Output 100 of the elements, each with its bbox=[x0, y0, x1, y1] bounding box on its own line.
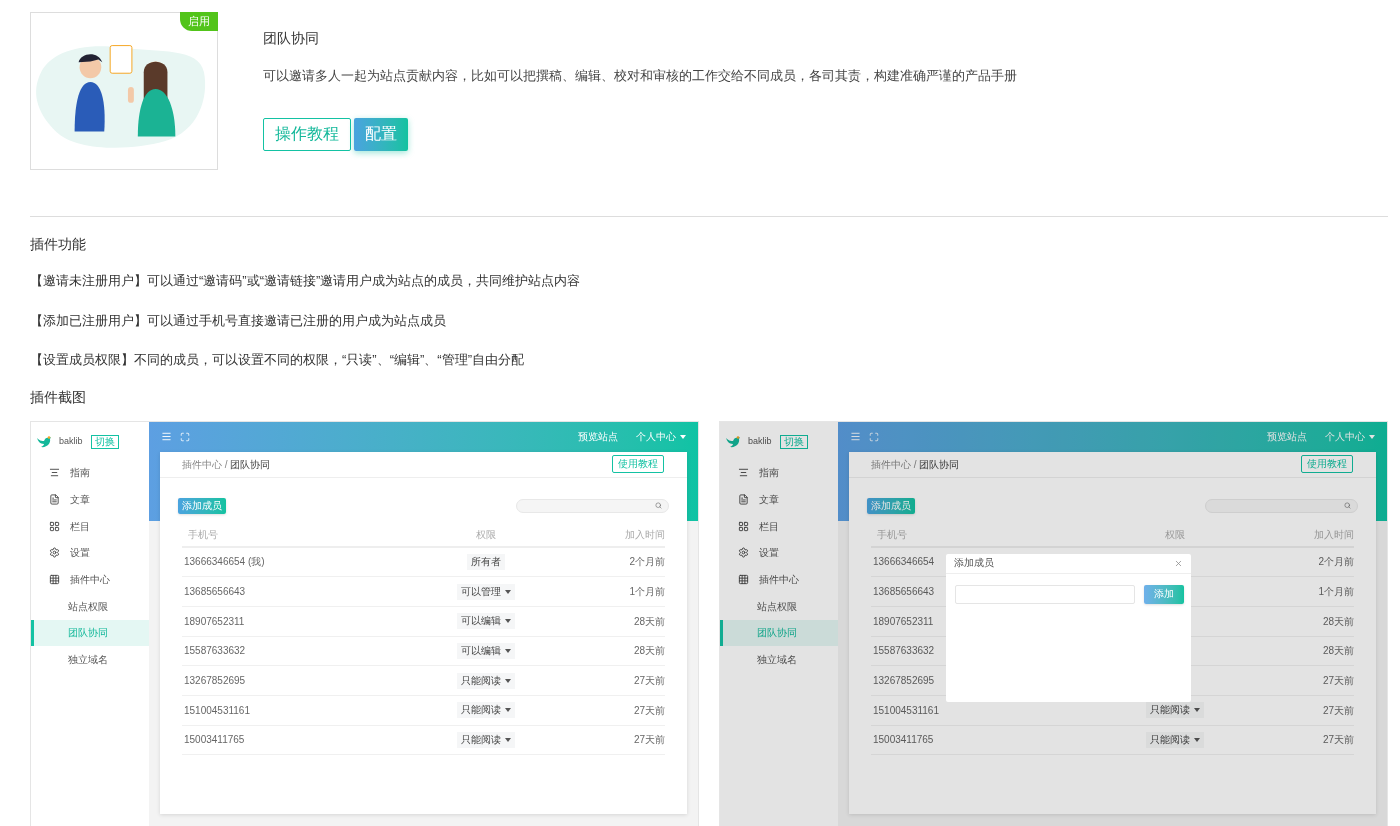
section-title: 插件功能 bbox=[30, 235, 87, 254]
search-icon bbox=[655, 502, 662, 509]
sidebar-item[interactable]: 栏目 bbox=[720, 512, 838, 540]
joined-cell-text: 27天前 bbox=[633, 703, 665, 718]
search-field[interactable] bbox=[1205, 498, 1358, 513]
section-title: 插件截图 bbox=[30, 387, 87, 407]
column-header: 加入时间 bbox=[1314, 528, 1354, 542]
document-icon bbox=[49, 494, 60, 506]
permission-select[interactable]: 可以管理 bbox=[457, 583, 515, 600]
column-header: 权限 bbox=[1165, 528, 1185, 542]
gear-icon bbox=[738, 547, 749, 559]
feature-text: 【添加已注册用户】可以通过手机号直接邀请已注册的用户成为站点成员 bbox=[30, 311, 447, 330]
sidebar-item[interactable]: 站点权限 bbox=[31, 592, 149, 620]
joined-cell-text: 28天前 bbox=[633, 614, 665, 629]
sidebar-item[interactable]: 文章 bbox=[31, 486, 149, 513]
sidebar-item[interactable]: 设置 bbox=[720, 539, 838, 567]
phone-cell-text: 15587633632 bbox=[873, 644, 935, 659]
phone-cell-text: 13685656643 bbox=[184, 585, 246, 600]
dots-grid-icon bbox=[49, 574, 60, 586]
feature-text: 【邀请未注册用户】可以通过“邀请码”或“邀请链接”邀请用户成为站点的成员，共同维护站点内容 bbox=[30, 272, 582, 290]
align-icon bbox=[49, 467, 60, 479]
dialog-title: 添加成员 bbox=[954, 558, 994, 568]
caret-icon bbox=[505, 737, 511, 742]
phone-cell-text: 13685656643 bbox=[873, 585, 935, 600]
input-field[interactable] bbox=[955, 584, 1135, 604]
permission-select[interactable]: 只能阅读 bbox=[457, 702, 515, 719]
permission-select[interactable]: 只能阅读 bbox=[457, 731, 515, 748]
joined-cell-text: 28天前 bbox=[1322, 614, 1354, 629]
plugin-title: 团队协同 bbox=[263, 29, 320, 48]
sidebar-item[interactable]: 设置 bbox=[31, 539, 149, 567]
phone-cell-text: 13666346654 bbox=[873, 555, 935, 570]
sidebar-item[interactable]: 指南 bbox=[720, 459, 838, 487]
phone-cell-text: 151004531161 bbox=[873, 703, 939, 718]
caret-icon bbox=[505, 619, 511, 624]
phone-cell-text: 151004531161 bbox=[184, 703, 250, 718]
fullscreen-icon[interactable] bbox=[869, 431, 879, 442]
caret-icon bbox=[1194, 708, 1200, 713]
column-header: 手机号 bbox=[187, 528, 219, 542]
permission-select[interactable]: 只能阅读 bbox=[1146, 731, 1204, 748]
phone-cell-text: 13267852695 bbox=[873, 674, 935, 689]
document-icon bbox=[738, 494, 749, 506]
sidebar-item[interactable]: 指南 bbox=[31, 459, 149, 487]
bird-logo-icon bbox=[37, 435, 51, 448]
sidebar-item[interactable]: 独立域名 bbox=[31, 646, 149, 673]
menu-icon[interactable] bbox=[850, 431, 861, 442]
joined-cell-text: 2个月前 bbox=[1318, 555, 1354, 570]
joined-cell-text: 27天前 bbox=[1322, 733, 1354, 748]
column-header: 手机号 bbox=[876, 528, 908, 542]
breadcrumb: 插件中心 / 团队协同 bbox=[182, 457, 271, 472]
caret-icon bbox=[505, 648, 511, 653]
phone-cell-text: 15003411765 bbox=[873, 733, 934, 748]
feature-text: 【设置成员权限】不同的成员，可以设置不同的权限，“只读”、“编辑”、“管理”自由分配 bbox=[30, 351, 525, 369]
phone-cell-text: 18907652311 bbox=[873, 614, 934, 629]
sidebar-item[interactable]: 文章 bbox=[720, 486, 838, 513]
phone-cell-text: 18907652311 bbox=[184, 614, 245, 629]
joined-cell-text: 28天前 bbox=[1322, 644, 1354, 659]
joined-cell-text: 1个月前 bbox=[1318, 585, 1354, 600]
menu-icon[interactable] bbox=[161, 431, 172, 442]
phone-cell-text: 13267852695 bbox=[184, 674, 246, 689]
column-header: 权限 bbox=[476, 528, 496, 542]
caret-icon bbox=[505, 678, 511, 683]
joined-cell-text: 2个月前 bbox=[629, 555, 665, 570]
joined-cell-text: 28天前 bbox=[633, 644, 665, 659]
joined-cell-text: 27天前 bbox=[633, 733, 665, 748]
sidebar-item[interactable]: 独立域名 bbox=[720, 646, 838, 673]
bird-logo-icon bbox=[726, 435, 740, 448]
column-header: 加入时间 bbox=[625, 528, 665, 542]
permission-select[interactable]: 只能阅读 bbox=[457, 672, 515, 689]
joined-cell-text: 27天前 bbox=[633, 674, 665, 689]
phone-cell-text: 13666346654 (我) bbox=[184, 555, 265, 570]
align-icon bbox=[738, 467, 749, 479]
phone-cell-text: 15003411765 bbox=[184, 733, 245, 748]
plugin-description: 可以邀请多人一起为站点贡献内容，比如可以把撰稿、编辑、校对和审核的工作交给不同成员，各司其责，构建准确严谨的产品手册 bbox=[263, 67, 1017, 85]
logo-text: baklib bbox=[59, 434, 83, 448]
sidebar-item[interactable]: 栏目 bbox=[31, 512, 149, 540]
caret-icon bbox=[680, 434, 686, 439]
caret-icon bbox=[505, 589, 511, 594]
grid-icon bbox=[738, 520, 749, 532]
joined-cell-text: 27天前 bbox=[1322, 703, 1354, 718]
joined-cell-text: 27天前 bbox=[1322, 674, 1354, 689]
dots-grid-icon bbox=[738, 574, 749, 586]
permission-select[interactable]: 只能阅读 bbox=[1146, 702, 1204, 719]
close-icon[interactable] bbox=[1174, 558, 1183, 568]
logo-text: baklib bbox=[748, 434, 772, 448]
status-badge: 启用 bbox=[180, 12, 218, 31]
grid-icon bbox=[49, 520, 60, 532]
caret-icon bbox=[505, 708, 511, 713]
gear-icon bbox=[49, 547, 60, 559]
caret-icon bbox=[1369, 434, 1375, 439]
joined-cell-text: 1个月前 bbox=[629, 585, 665, 600]
sidebar-item[interactable]: 插件中心 bbox=[720, 566, 838, 593]
caret-icon bbox=[1194, 737, 1200, 742]
permission-select[interactable]: 可以编辑 bbox=[457, 642, 515, 659]
sidebar-item[interactable]: 站点权限 bbox=[720, 592, 838, 620]
sidebar-item[interactable]: 插件中心 bbox=[31, 566, 149, 593]
search-icon bbox=[1344, 502, 1351, 509]
fullscreen-icon[interactable] bbox=[180, 431, 190, 442]
permission-select[interactable]: 可以编辑 bbox=[457, 613, 515, 630]
search-field[interactable] bbox=[516, 498, 669, 513]
breadcrumb: 插件中心 / 团队协同 bbox=[871, 457, 960, 472]
